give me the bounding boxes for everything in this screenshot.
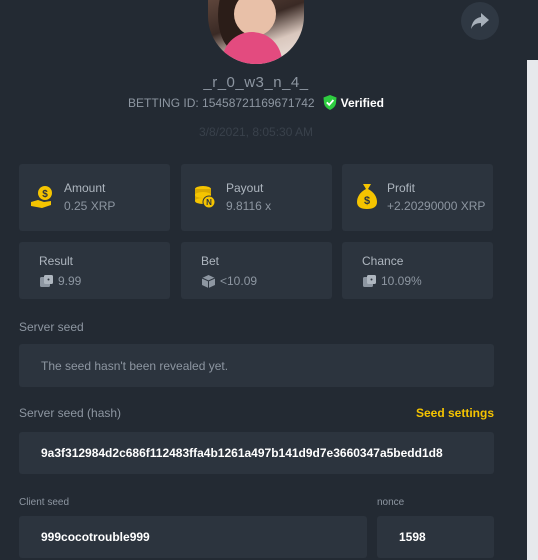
bet-id-row: BETTING ID: 15458721169671742 Verified [0,95,512,110]
svg-text:N: N [206,198,212,207]
scrollbar[interactable] [527,60,538,560]
server-seed-hash-label: Server seed (hash) [19,406,122,420]
bet-id: BETTING ID: 15458721169671742 [128,95,315,110]
payout-value: 9.8116 x [226,199,272,213]
result-label: Result [39,254,74,268]
server-seed-hash-field[interactable]: 9a3f312984d2c686f112483ffa4b1261a497b141… [19,432,494,474]
verified-label: Verified [340,95,384,110]
avatar [208,0,304,64]
amount-value: 0.25 XRP [64,199,116,213]
money-bag-icon: $ [356,182,378,215]
bet-datetime: 3/8/2021, 8:05:30 AM [198,125,314,139]
payout-card: N Payout 9.8116 x [181,164,332,231]
profit-card: $ Profit +2.20290000 XRP [342,164,493,231]
nonce-label: nonce [377,497,405,508]
server-seed-field: The seed hasn't been revealed yet. [19,344,494,387]
svg-text:$: $ [364,195,370,207]
chance-value: 10.09% [381,274,422,288]
dice-icon [39,274,54,294]
payout-label: Payout [226,181,264,195]
client-seed-field[interactable]: 999cocotrouble999 [19,516,367,558]
verified-badge: Verified [323,95,384,110]
username: _r_0_w3_n_4_ [203,74,309,91]
client-seed-label: Client seed [19,497,70,508]
share-icon [471,13,489,29]
money-bag-hand-icon: $ [30,184,56,215]
amount-card: $ Amount 0.25 XRP [19,164,170,231]
dice-icon [362,274,377,294]
chance-label: Chance [362,254,404,268]
coin-stack-icon: N [193,184,217,215]
shield-check-icon [323,95,337,110]
nonce-field[interactable]: 1598 [377,516,494,558]
cube-icon [201,274,216,294]
amount-label: Amount [64,181,106,195]
share-button[interactable] [461,2,499,40]
chance-card: Chance 10.09% [342,242,493,299]
seed-settings-link[interactable]: Seed settings [416,406,494,420]
profit-value: +2.20290000 XRP [387,199,486,213]
bet-value: <10.09 [220,274,258,288]
result-card: Result 9.99 [19,242,170,299]
result-value: 9.99 [58,274,82,288]
profit-label: Profit [387,181,416,195]
bet-label: Bet [201,254,220,268]
server-seed-label: Server seed [19,320,84,334]
bet-card: Bet <10.09 [181,242,332,299]
svg-text:$: $ [42,189,48,200]
